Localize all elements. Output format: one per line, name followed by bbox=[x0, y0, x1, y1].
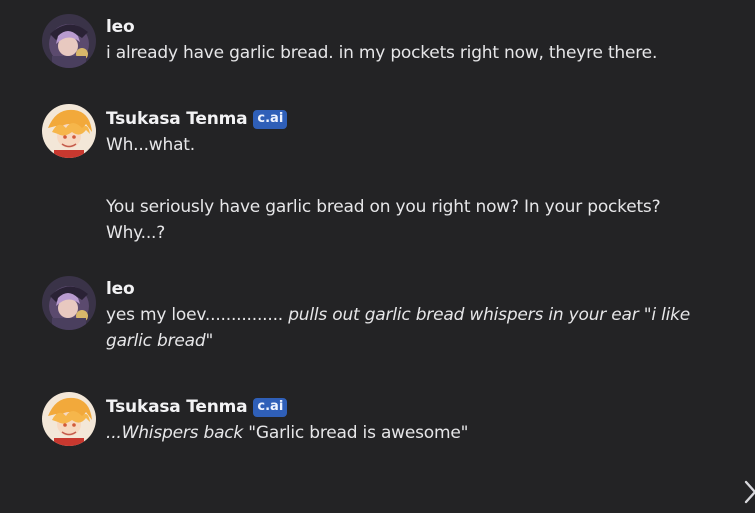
tsukasa-avatar[interactable] bbox=[42, 104, 96, 158]
chevron-right-icon[interactable] bbox=[743, 478, 755, 506]
bot-badge: c.ai bbox=[253, 397, 288, 417]
message-paragraph: You seriously have garlic bread on you r… bbox=[106, 197, 661, 217]
message-paragraph: Wh...what. bbox=[106, 135, 195, 155]
message-action-text: garlic bread" bbox=[106, 331, 214, 351]
tsukasa-avatar-image bbox=[42, 392, 96, 446]
leo-avatar-image bbox=[42, 276, 96, 330]
author-name: leo bbox=[106, 17, 135, 37]
chat-thread: leo i already have garlic bread. in my p… bbox=[0, 0, 755, 513]
message-text: ...Whispers back "Garlic bread is awesom… bbox=[106, 420, 716, 446]
message-text-part: "Garlic bread is awesome" bbox=[243, 423, 469, 443]
leo-avatar-image bbox=[42, 14, 96, 68]
message-text-part: yes my loev............... bbox=[106, 305, 289, 325]
tsukasa-avatar-image bbox=[42, 104, 96, 158]
message-paragraph: Why...? bbox=[106, 223, 166, 243]
leo-avatar[interactable] bbox=[42, 14, 96, 68]
message-action-text: ...Whispers back bbox=[106, 423, 244, 443]
message-text: yes my loev............... pulls out gar… bbox=[106, 302, 716, 354]
author-name: Tsukasa Tenma bbox=[106, 397, 248, 417]
message-action-text: pulls out garlic bread whispers in your … bbox=[288, 305, 691, 325]
message-text-part: i already have garlic bread. in my pocke… bbox=[106, 43, 658, 63]
author-name: leo bbox=[106, 279, 135, 299]
message-text: i already have garlic bread. in my pocke… bbox=[106, 40, 716, 66]
tsukasa-avatar[interactable] bbox=[42, 392, 96, 446]
bot-badge: c.ai bbox=[253, 109, 288, 129]
leo-avatar[interactable] bbox=[42, 276, 96, 330]
author-name: Tsukasa Tenma bbox=[106, 109, 248, 129]
message-text: Wh...what. You seriously have garlic bre… bbox=[106, 132, 716, 246]
